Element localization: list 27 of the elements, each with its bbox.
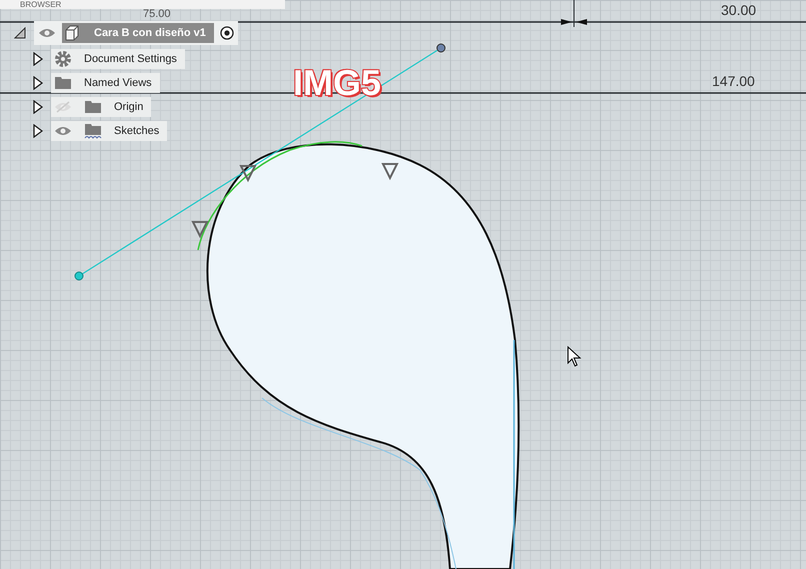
browser-item[interactable]: Origin	[51, 97, 152, 117]
constraint-icon	[191, 221, 209, 238]
browser-item[interactable]: Named Views	[51, 73, 160, 93]
dimension-arrows-drawing	[561, 0, 587, 28]
eye-icon[interactable]	[54, 125, 72, 137]
expand-icon[interactable]	[33, 100, 43, 114]
active-radio-icon[interactable]	[220, 26, 234, 40]
dimension-value[interactable]: 30.00	[721, 2, 756, 18]
collapse-icon[interactable]	[14, 27, 26, 39]
expand-icon[interactable]	[33, 52, 43, 66]
gear-icon	[54, 50, 72, 68]
dimension-value[interactable]: 75.00	[143, 8, 171, 20]
dimension-value[interactable]: 147.00	[712, 73, 755, 89]
cursor-icon	[568, 346, 582, 367]
component-name: Cara B con diseño v1	[94, 27, 206, 39]
browser-item[interactable]: Document Settings	[51, 49, 185, 69]
folder-icon	[84, 100, 102, 114]
expand-icon[interactable]	[33, 124, 43, 138]
expand-icon[interactable]	[33, 76, 43, 90]
constraint-icon	[239, 165, 257, 182]
browser-title: BROWSER	[20, 0, 62, 9]
constraint-icon	[381, 163, 399, 180]
folder-icon	[84, 123, 102, 139]
browser-item[interactable]: Sketches	[51, 121, 168, 141]
eye-icon[interactable]	[38, 27, 56, 39]
folder-icon	[54, 76, 72, 90]
cube-icon	[64, 25, 80, 41]
